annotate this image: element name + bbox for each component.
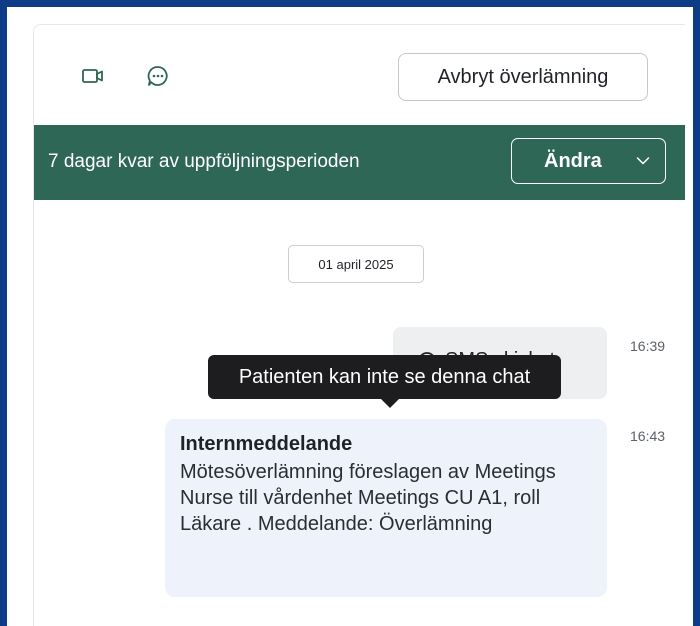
message-time: 16:43 (630, 428, 666, 444)
chat-icon[interactable] (145, 63, 171, 89)
follow-up-banner: 7 dagar kvar av uppföljningsperioden Änd… (34, 125, 685, 200)
visibility-tooltip: Patienten kan inte se denna chat (208, 355, 561, 408)
internal-message-title: Internmeddelande (180, 433, 353, 455)
internal-message-bubble: Internmeddelande Mötesöverlämning föresl… (165, 419, 607, 597)
date-separator: 01 april 2025 (288, 245, 424, 283)
follow-up-text: 7 dagar kvar av uppföljningsperioden (48, 151, 360, 172)
change-label: Ändra (544, 150, 602, 172)
chevron-down-icon (636, 153, 650, 171)
tooltip-arrow (381, 399, 399, 408)
internal-message-body: Mötesöverlämning föreslagen av Meetings … (180, 461, 556, 535)
message-time: 16:39 (630, 338, 666, 354)
cancel-handover-button[interactable]: Avbryt överlämning (398, 53, 648, 101)
video-icon[interactable] (80, 63, 106, 89)
change-dropdown-button[interactable]: Ändra (511, 138, 666, 184)
chat-panel: Avbryt överlämning 7 dagar kvar av uppfö… (33, 24, 685, 626)
tooltip-text: Patienten kan inte se denna chat (238, 365, 531, 388)
